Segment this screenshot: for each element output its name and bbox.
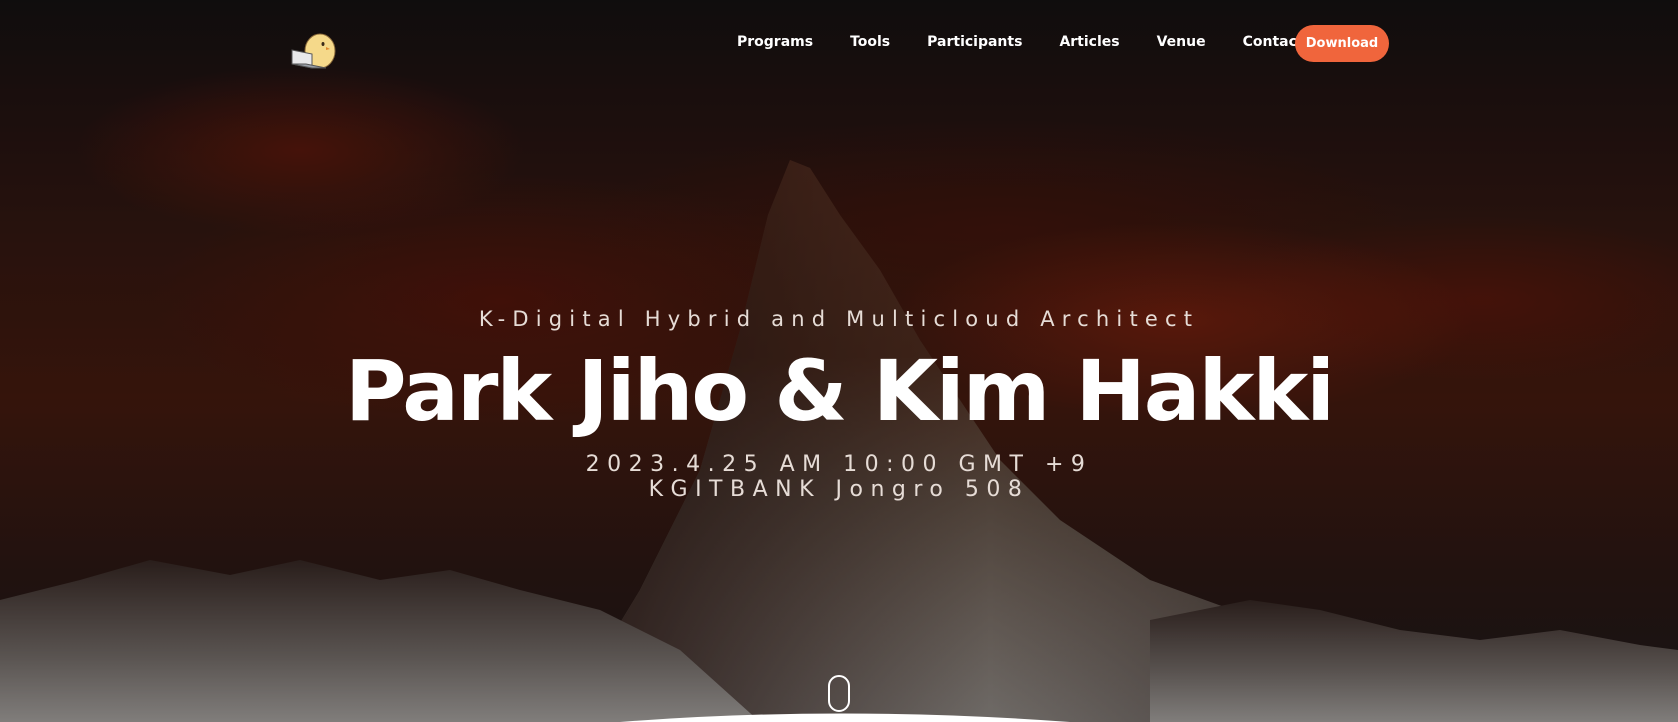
nav-links: Programs Tools Participants Articles Ven… (737, 34, 1341, 50)
hero-subtitle: K-Digital Hybrid and Multicloud Architec… (478, 307, 1200, 331)
download-button[interactable]: Download (1295, 25, 1389, 62)
event-venue: KGITBANK Jongro 508 (648, 477, 1030, 502)
event-date: 2023.4.25 AM 10:00 GMT +9 (585, 452, 1093, 477)
top-navbar: Programs Tools Participants Articles Ven… (0, 0, 1678, 86)
nav-link-participants[interactable]: Participants (927, 34, 1022, 50)
nav-link-tools[interactable]: Tools (850, 34, 890, 50)
hero-title: Park Jiho & Kim Hakki (345, 342, 1335, 440)
hero-section: Programs Tools Participants Articles Ven… (0, 0, 1678, 722)
nav-link-programs[interactable]: Programs (737, 34, 813, 50)
nav-link-articles[interactable]: Articles (1059, 34, 1119, 50)
nav-link-venue[interactable]: Venue (1157, 34, 1206, 50)
section-divider-curve (620, 713, 1070, 722)
logo-icon[interactable] (290, 32, 340, 72)
